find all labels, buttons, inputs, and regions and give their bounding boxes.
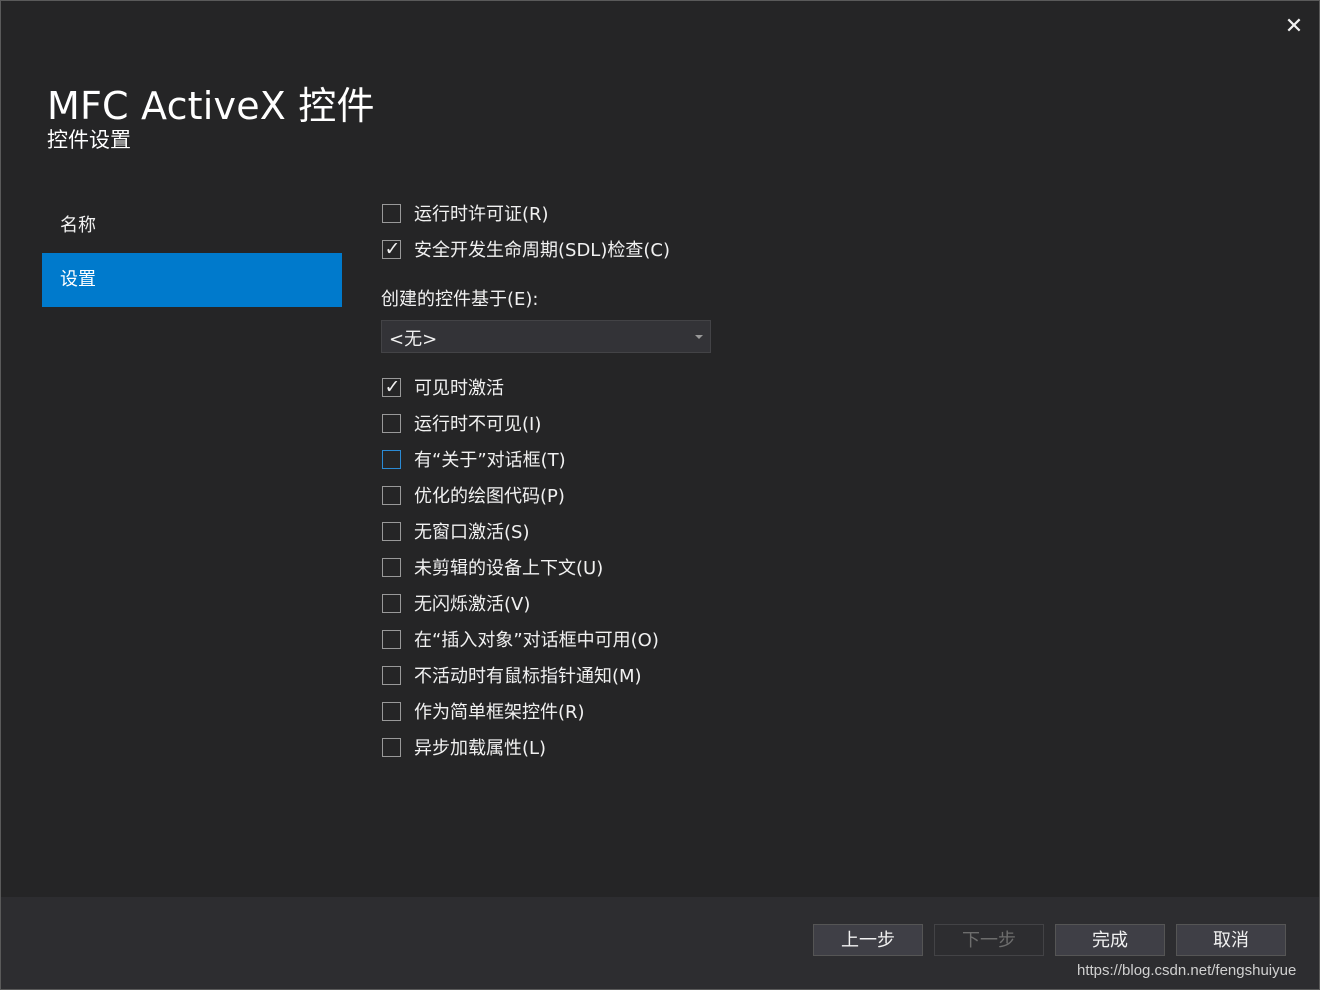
checkbox-label: 运行时许可证(R): [414, 204, 549, 225]
checkbox-label: 无闪烁激活(V): [414, 594, 531, 615]
checkbox-label: 优化的绘图代码(P): [414, 486, 565, 507]
checkbox-box[interactable]: [382, 413, 401, 433]
checkbox-box[interactable]: [382, 521, 401, 541]
checkbox-label: 运行时不可见(I): [414, 414, 542, 435]
checkbox-unclipped-dc[interactable]: 未剪辑的设备上下文(U): [381, 549, 1081, 585]
checkbox-flicker-free[interactable]: 无闪烁激活(V): [381, 585, 1081, 621]
checkbox-async-properties[interactable]: 异步加载属性(L): [381, 729, 1081, 765]
nav-item-label: 设置: [60, 269, 96, 290]
checkbox-label: 未剪辑的设备上下文(U): [414, 558, 604, 579]
checkbox-box[interactable]: [382, 485, 401, 505]
checkbox-box[interactable]: [382, 593, 401, 613]
checkbox-label: 在“插入对象”对话框中可用(O): [414, 630, 659, 651]
checkbox-label: 不活动时有鼠标指针通知(M): [414, 666, 642, 687]
checkbox-insert-object-dialog[interactable]: 在“插入对象”对话框中可用(O): [381, 621, 1081, 657]
checkbox-optimized-drawing[interactable]: 优化的绘图代码(P): [381, 477, 1081, 513]
checkbox-invisible-at-runtime[interactable]: 运行时不可见(I): [381, 405, 1081, 441]
checkbox-windowless-activation[interactable]: 无窗口激活(S): [381, 513, 1081, 549]
checkbox-label: 可见时激活: [414, 378, 504, 399]
checkmark-icon: ✓: [384, 237, 401, 260]
checkbox-box[interactable]: [382, 449, 401, 469]
page-title: MFC ActiveX 控件: [47, 84, 375, 128]
checkbox-runtime-license[interactable]: 运行时许可证(R): [381, 195, 1081, 231]
checkbox-label: 有“关于”对话框(T): [414, 450, 566, 471]
dialog-window: ✕ MFC ActiveX 控件 控件设置 名称 设置 运行时许可证(R) ✓ …: [0, 0, 1320, 990]
finish-button[interactable]: 完成: [1055, 924, 1165, 956]
dropdown-value: <无>: [389, 329, 438, 350]
checkbox-label: 无窗口激活(S): [414, 522, 530, 543]
checkbox-box[interactable]: [382, 737, 401, 757]
nav-item-label: 名称: [60, 215, 96, 236]
checkbox-label: 作为简单框架控件(R): [414, 702, 585, 723]
checkbox-label: 安全开发生命周期(SDL)检查(C): [414, 240, 670, 261]
base-class-dropdown[interactable]: <无>: [381, 320, 711, 353]
checkbox-box[interactable]: [382, 557, 401, 577]
checkbox-box[interactable]: ✓: [382, 237, 401, 260]
close-icon[interactable]: ✕: [1279, 13, 1309, 41]
previous-button[interactable]: 上一步: [813, 924, 923, 956]
nav-item-settings[interactable]: 设置: [42, 253, 342, 307]
cancel-button[interactable]: 取消: [1176, 924, 1286, 956]
checkmark-icon: ✓: [384, 375, 401, 398]
checkbox-about-box[interactable]: 有“关于”对话框(T): [381, 441, 1081, 477]
checkbox-sdl-checks[interactable]: ✓ 安全开发生命周期(SDL)检查(C): [381, 231, 1081, 267]
next-button[interactable]: 下一步: [934, 924, 1044, 956]
checkbox-simple-frame[interactable]: 作为简单框架控件(R): [381, 693, 1081, 729]
checkbox-box[interactable]: [382, 665, 401, 685]
dropdown-label: 创建的控件基于(E):: [381, 289, 539, 310]
checkbox-box[interactable]: [382, 701, 401, 721]
settings-panel: 运行时许可证(R) ✓ 安全开发生命周期(SDL)检查(C) 创建的控件基于(E…: [381, 195, 1081, 765]
checkbox-box[interactable]: ✓: [382, 375, 401, 398]
checkbox-box[interactable]: [382, 629, 401, 649]
wizard-nav: 名称 设置: [42, 199, 342, 307]
checkbox-mouse-pointer-notifications[interactable]: 不活动时有鼠标指针通知(M): [381, 657, 1081, 693]
page-subtitle: 控件设置: [47, 128, 131, 152]
checkbox-activate-when-visible[interactable]: ✓ 可见时激活: [381, 369, 1081, 405]
nav-item-name[interactable]: 名称: [42, 199, 342, 253]
checkbox-label: 异步加载属性(L): [414, 738, 547, 759]
chevron-down-icon: [695, 335, 703, 339]
watermark-text: https://blog.csdn.net/fengshuiyue: [1077, 962, 1297, 979]
checkbox-box[interactable]: [382, 203, 401, 223]
